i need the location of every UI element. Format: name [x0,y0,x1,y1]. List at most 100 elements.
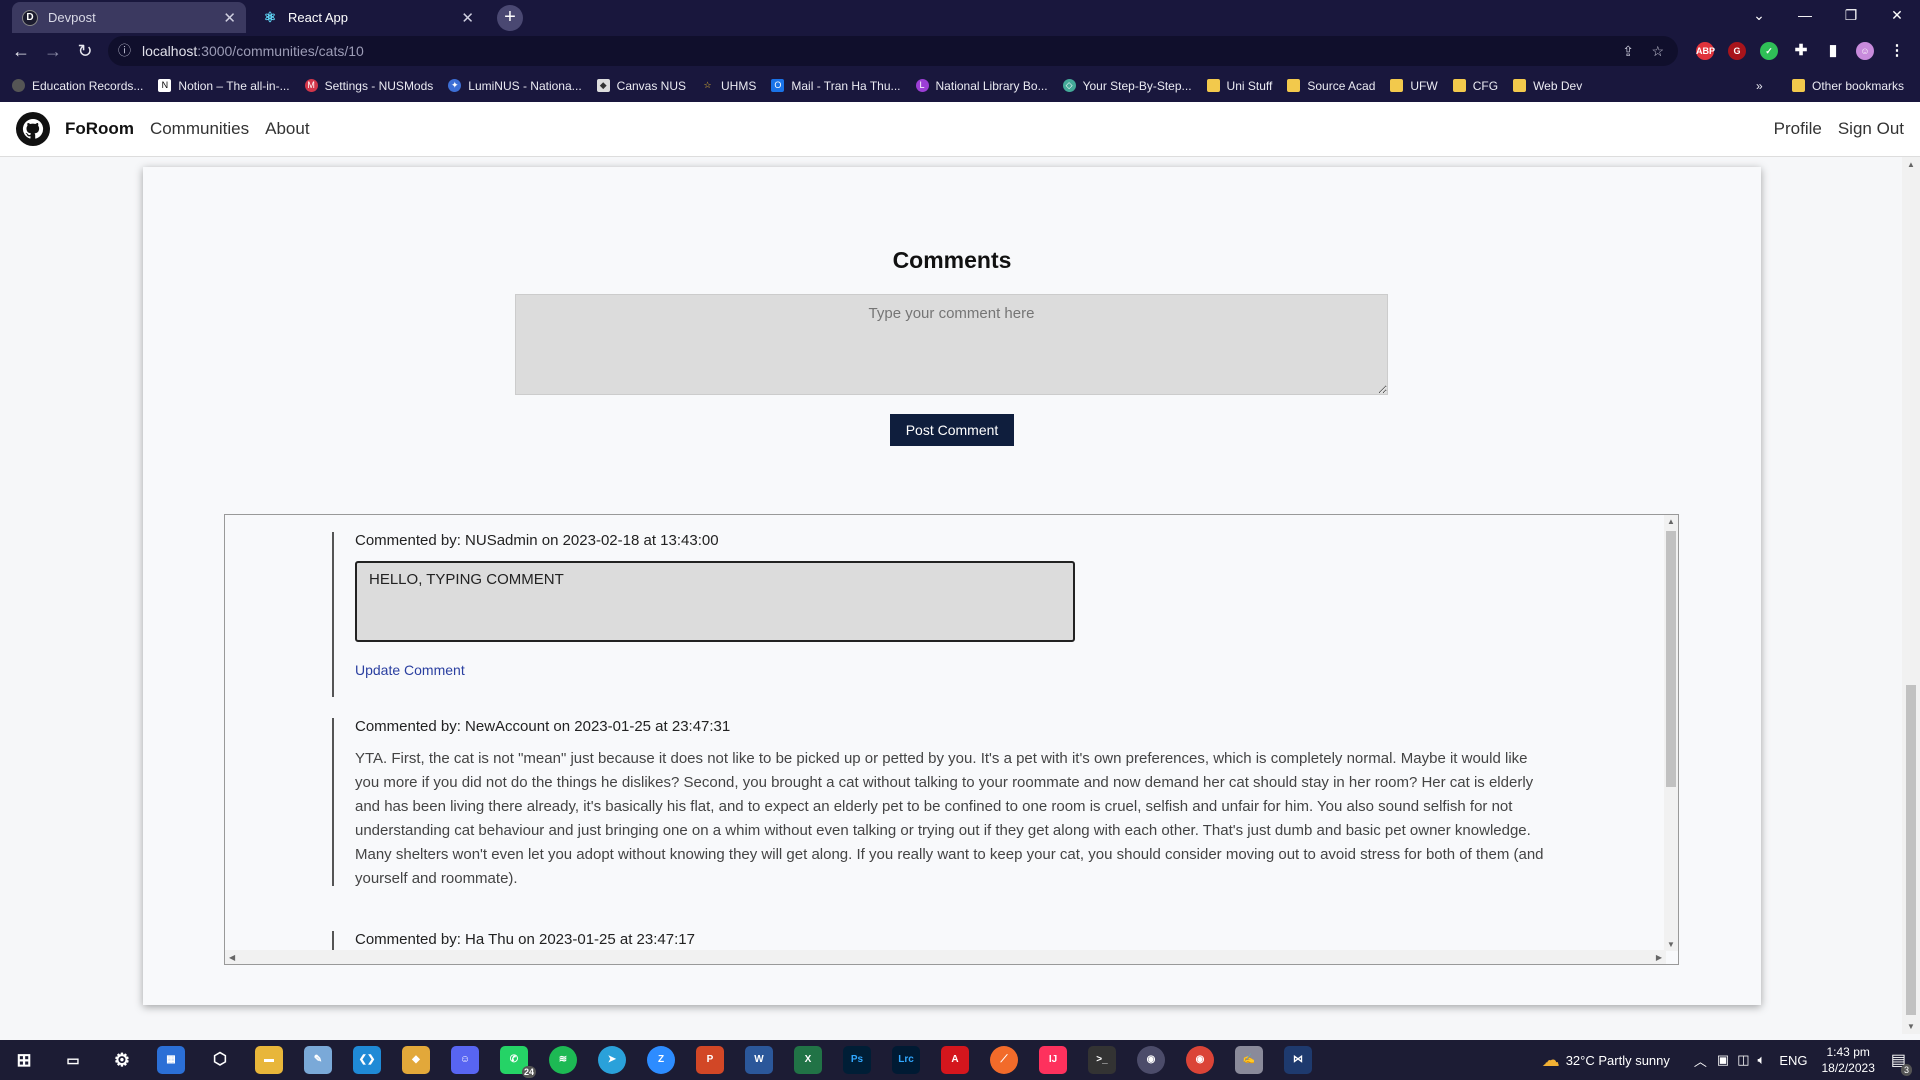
back-icon[interactable]: ← [8,38,34,64]
restore-button[interactable]: ❐ [1828,0,1874,30]
network-icon[interactable]: ◫ [1737,1052,1749,1068]
chrome-icon[interactable]: ◉ [1137,1046,1165,1074]
brand-link[interactable]: FoRoom [65,119,134,139]
scroll-right-icon[interactable]: ▶ [1656,953,1662,962]
bookmark-item[interactable]: Education Records... [12,79,143,93]
weather-text[interactable]: 32°C Partly sunny [1566,1053,1670,1068]
task-view-icon[interactable]: ▭ [59,1046,87,1074]
url-host: localhost [142,43,198,59]
excel-icon[interactable]: X [794,1046,822,1074]
bookmarks-overflow-button[interactable]: » [1756,79,1763,93]
github-logo-icon[interactable] [16,112,50,146]
bookmark-folder[interactable]: CFG [1452,79,1498,93]
tab-search-icon[interactable]: ⌄ [1736,0,1782,30]
page-scroll-thumb[interactable] [1906,685,1916,1015]
bookmark-item[interactable]: ✦ LumiNUS - Nationa... [448,79,582,93]
discord-icon[interactable]: ☺ [451,1046,479,1074]
clock[interactable]: 1:43 pm 18/2/2023 [1821,1044,1874,1076]
intellij-icon[interactable]: IJ [1039,1046,1067,1074]
bookmark-item[interactable]: ◆ Canvas NUS [596,79,686,93]
telegram-icon[interactable]: ➤ [598,1046,626,1074]
close-tab-icon[interactable]: ✕ [223,9,236,27]
bookmark-item[interactable]: N Notion – The all-in-... [158,79,290,93]
react-favicon-icon: ⚛ [263,9,277,25]
scroll-down-icon[interactable]: ▼ [1667,940,1675,949]
windows-start-icon[interactable]: ⊞ [10,1046,38,1074]
vscode-icon[interactable]: ❮❯ [353,1046,381,1074]
notification-icon[interactable]: ▤ 3 [1891,1050,1912,1076]
extensions-puzzle-icon[interactable]: ✚ [1792,42,1810,60]
share-icon[interactable]: ⇪ [1622,36,1634,66]
scroll-thumb[interactable] [1666,531,1676,787]
folder-icon [1287,79,1301,92]
profile-avatar[interactable]: ☺ [1856,42,1874,60]
meet-icon[interactable]: ▣ [1717,1052,1729,1068]
acrobat-icon[interactable]: A [941,1046,969,1074]
photoshop-icon[interactable]: Ps [843,1046,871,1074]
nav-about[interactable]: About [265,119,309,139]
notepad-icon[interactable]: ✎ [304,1046,332,1074]
paint-icon[interactable]: ✍ [1235,1046,1263,1074]
post-comment-button[interactable]: Post Comment [890,414,1014,446]
new-comment-input[interactable] [515,294,1388,395]
terminal-icon[interactable]: >_ [1088,1046,1116,1074]
comments-vertical-scrollbar[interactable]: ▲ ▼ [1664,515,1678,951]
bookmark-star-icon[interactable]: ☆ [1651,36,1664,66]
menu-kebab-icon[interactable]: ⋮ [1888,42,1906,60]
other-bookmarks-folder[interactable]: Other bookmarks [1792,79,1904,93]
whatsapp-icon[interactable]: ✆ 24 [500,1046,536,1078]
scroll-down-icon[interactable]: ▼ [1907,1022,1915,1031]
bookmark-item[interactable]: ◇ Your Step-By-Step... [1062,79,1192,93]
nav-profile[interactable]: Profile [1774,119,1822,139]
tab-devpost[interactable]: D Devpost ✕ [12,2,246,33]
window-close-button[interactable]: ✕ [1874,0,1920,30]
store-icon[interactable]: ▦ [157,1046,185,1074]
zoom-icon[interactable]: Z [647,1046,675,1074]
bookmark-item[interactable]: ☆ UHMS [701,79,756,93]
address-bar[interactable]: ⓘ localhost:3000/communities/cats/10 ⇪ ☆ [108,36,1678,66]
bookmark-item[interactable]: O Mail - Tran Ha Thu... [771,79,901,93]
pgadmin-icon[interactable]: ⋈ [1284,1046,1312,1074]
powerpoint-icon[interactable]: P [696,1046,724,1074]
edit-comment-field[interactable]: HELLO, TYPING COMMENT [355,561,1075,642]
bookmark-folder[interactable]: Web Dev [1513,79,1582,93]
bookmark-folder[interactable]: UFW [1390,79,1438,93]
comments-list[interactable]: Commented by: NUSadmin on 2023-02-18 at … [224,514,1679,965]
page-scrollbar[interactable]: ▲ ▼ [1902,157,1920,1034]
reload-icon[interactable]: ↻ [72,38,98,64]
adblock-extension-icon[interactable]: ABP [1696,42,1715,60]
git-icon[interactable]: ◆ [402,1046,430,1074]
comments-horizontal-scrollbar[interactable]: ◀ ▶ [225,950,1666,964]
postman-icon[interactable]: ⟋ [990,1046,1018,1074]
chevron-up-icon[interactable]: ︿ [1694,1051,1707,1070]
bookmark-item[interactable]: M Settings - NUSMods [304,79,433,93]
scroll-up-icon[interactable]: ▲ [1907,160,1915,169]
word-icon[interactable]: W [745,1046,773,1074]
nav-communities[interactable]: Communities [150,119,249,139]
green-extension-icon[interactable]: ✓ [1760,42,1778,60]
scroll-up-icon[interactable]: ▲ [1667,517,1675,526]
settings-gear-icon[interactable]: ⚙ [108,1046,136,1074]
bookmark-folder[interactable]: Source Acad [1287,79,1375,93]
minimize-button[interactable]: — [1782,0,1828,30]
layers-icon: ◇ [1062,79,1076,92]
tab-react-app[interactable]: ⚛ React App ✕ [252,2,484,33]
3d-viewer-icon[interactable]: ⬡ [206,1046,234,1074]
forward-icon[interactable]: → [40,38,66,64]
scroll-left-icon[interactable]: ◀ [229,953,235,962]
update-comment-link[interactable]: Update Comment [355,662,1075,678]
site-info-icon[interactable]: ⓘ [118,36,131,66]
bookmark-item[interactable]: L National Library Bo... [915,79,1048,93]
volume-icon[interactable]: 🔈︎ [1758,1052,1766,1068]
sidepanel-icon[interactable]: ▮ [1824,42,1842,60]
spotify-icon[interactable]: ≋ [549,1046,577,1074]
language-indicator[interactable]: ENG [1779,1053,1807,1068]
file-explorer-icon[interactable]: ▬ [255,1046,283,1074]
grammarly-extension-icon[interactable]: G [1728,42,1746,60]
chrome-profile-icon[interactable]: ◉ [1186,1046,1214,1074]
nav-sign-out[interactable]: Sign Out [1838,119,1904,139]
close-tab-icon[interactable]: ✕ [461,9,474,27]
new-tab-button[interactable]: + [497,5,523,31]
lightroom-icon[interactable]: Lrc [892,1046,920,1074]
bookmark-folder[interactable]: Uni Stuff [1206,79,1272,93]
